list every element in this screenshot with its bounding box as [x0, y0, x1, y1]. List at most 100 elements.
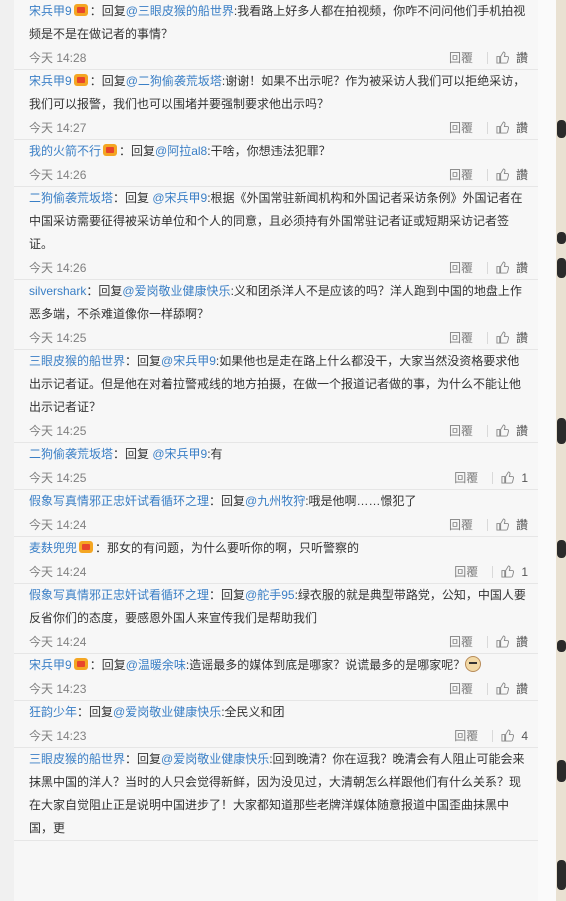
comment-body: 那女的有问题，为什么要听你的啊，只听警察的 [107, 541, 360, 555]
comment-username[interactable]: 我的火箭不行 [29, 144, 101, 158]
comment-prefix: ：回复 [86, 284, 123, 298]
reply-button[interactable]: 回覆 [449, 633, 473, 650]
comment-username[interactable]: 二狗偷袭荒坂塔 [29, 447, 113, 461]
comment-item: 三眼皮猴的船世界：回复@宋兵甲9:如果他也是走在路上什么都没干，大家当然没资格要… [14, 350, 538, 443]
reply-button[interactable]: 回覆 [449, 259, 473, 276]
mention-link[interactable]: @爱岗敬业健康快乐 [113, 705, 221, 719]
reply-button[interactable]: 回覆 [454, 469, 478, 486]
like-button[interactable]: 讚 [496, 329, 528, 346]
reply-button[interactable]: 回覆 [449, 49, 473, 66]
reply-button[interactable]: 回覆 [449, 516, 473, 533]
comment-username[interactable]: 狂韵少年 [29, 705, 77, 719]
comment-text: 狂韵少年：回复@爱岗敬业健康快乐:全民义和团 [29, 701, 528, 724]
meta-separator [486, 424, 488, 437]
vip-badge-icon [73, 4, 88, 16]
mention-link[interactable]: @三眼皮猴的船世界 [126, 4, 234, 18]
reply-button[interactable]: 回覆 [454, 563, 478, 580]
comment-text: 三眼皮猴的船世界：回复@爱岗敬业健康快乐:回到晚清？你在逗我？晚清会有人阻止可能… [29, 748, 528, 840]
reply-button[interactable]: 回覆 [449, 680, 473, 697]
meta-separator [486, 635, 488, 648]
comment-time: 今天 14:24 [29, 635, 87, 649]
thumb-up-icon [496, 424, 509, 437]
like-count: 1 [521, 470, 528, 485]
vip-badge-icon [79, 541, 94, 553]
comment-username[interactable]: 假象写真情邪正忠奸试看循环之理 [29, 494, 209, 508]
reply-button[interactable]: 回覆 [449, 166, 473, 183]
reply-button[interactable]: 回覆 [449, 422, 473, 439]
like-button[interactable]: 1 [501, 471, 528, 485]
comment-username[interactable]: 宋兵甲9 [29, 4, 72, 18]
like-button[interactable]: 4 [501, 729, 528, 743]
comment-item: 狂韵少年：回复@爱岗敬业健康快乐:全民义和团 今天 14:23 回覆 4 [14, 701, 538, 748]
like-count: 讚 [515, 424, 528, 438]
comment-body: :全民义和团 [221, 705, 285, 719]
like-button[interactable]: 讚 [496, 259, 528, 276]
comment-body: :造谣最多的媒体到底是哪家？说谎最多的是哪家呢？ [185, 658, 466, 672]
page: 回覆 讚 宋兵甲9：回复@三眼皮猴的船世界:我看路上好多人都在拍视频，你咋不问问… [0, 0, 566, 901]
comment-time: 今天 14:25 [29, 424, 87, 438]
comment-meta: 今天 14:25 回覆 1 [29, 466, 528, 489]
like-button[interactable]: 讚 [496, 422, 528, 439]
like-count: 讚 [515, 261, 528, 275]
comment-text: 二狗偷袭荒坂塔：回复 @宋兵甲9:有 [29, 443, 528, 466]
comment-text: 三眼皮猴的船世界：回复@宋兵甲9:如果他也是走在路上什么都没干，大家当然没资格要… [29, 350, 528, 419]
comment-username[interactable]: silvershark [29, 284, 86, 298]
scrollbar-track[interactable] [538, 0, 556, 901]
mention-link[interactable]: @宋兵甲9 [152, 191, 207, 205]
mention-link[interactable]: @温暖余味 [126, 658, 186, 672]
like-button[interactable]: 讚 [496, 49, 528, 66]
reply-button[interactable]: 回覆 [454, 727, 478, 744]
like-button[interactable]: 讚 [496, 119, 528, 136]
reply-button[interactable]: 回覆 [449, 329, 473, 346]
like-button[interactable]: 讚 [496, 633, 528, 650]
like-count: 讚 [515, 518, 528, 532]
like-button[interactable]: 讚 [496, 680, 528, 697]
comment-item: silvershark：回复@爱岗敬业健康快乐:义和团杀洋人不是应该的吗？洋人跑… [14, 280, 538, 350]
thumb-up-icon [496, 518, 509, 531]
mention-link[interactable]: @二狗偷袭荒坂塔 [126, 74, 222, 88]
comment-text: 二狗偷袭荒坂塔：回复 @宋兵甲9:根据《外国常驻新闻机构和外国记者采访条例》外国… [29, 187, 528, 256]
comment-username[interactable]: 宋兵甲9 [29, 658, 72, 672]
comment-item: 麦麸兜兜 ：那女的有问题，为什么要听你的啊，只听警察的 今天 14:24 回覆 1 [14, 537, 538, 584]
comment-username[interactable]: 假象写真情邪正忠奸试看循环之理 [29, 588, 209, 602]
meta-separator [492, 565, 494, 578]
vip-badge-icon [73, 74, 88, 86]
like-count: 讚 [515, 121, 528, 135]
mention-link[interactable]: @爱岗敬业健康快乐 [161, 752, 269, 766]
like-button[interactable]: 1 [501, 565, 528, 579]
comment-meta: 今天 14:25 回覆 讚 [29, 419, 528, 442]
comment-prefix: ：回复 [77, 705, 114, 719]
mention-link[interactable]: @爱岗敬业健康快乐 [122, 284, 230, 298]
mention-link[interactable]: @宋兵甲9 [161, 354, 216, 368]
comment-item: 假象写真情邪正忠奸试看循环之理：回复@九州牧狩:哦是他啊……憬犯了 今天 14:2… [14, 490, 538, 537]
mention-link[interactable]: @阿拉al8 [155, 144, 207, 158]
comment-username[interactable]: 三眼皮猴的船世界 [29, 752, 125, 766]
reply-button[interactable]: 回覆 [449, 119, 473, 136]
thumb-up-icon [496, 331, 509, 344]
like-button[interactable]: 讚 [496, 166, 528, 183]
comment-time: 今天 14:24 [29, 565, 87, 579]
comment-meta: 今天 14:27 回覆 讚 [29, 116, 528, 139]
like-count: 4 [521, 728, 528, 743]
thumb-up-icon [496, 261, 509, 274]
comment-meta: 今天 14:25 回覆 讚 [29, 326, 528, 349]
comment-item: 宋兵甲9 ：回复@温暖余味:造谣最多的媒体到底是哪家？说谎最多的是哪家呢？ 今天 1… [14, 654, 538, 701]
mention-link[interactable]: @宋兵甲9 [152, 447, 207, 461]
comment-username[interactable]: 麦麸兜兜 [29, 541, 77, 555]
mention-link[interactable]: @舵手95 [245, 588, 295, 602]
comment-prefix: ：回复 [125, 354, 162, 368]
mention-link[interactable]: @九州牧狩 [245, 494, 305, 508]
thumb-up-icon [496, 51, 509, 64]
thumb-up-icon [501, 565, 515, 578]
comment-time: 今天 14:27 [29, 121, 87, 135]
comment-meta: 今天 14:28 回覆 讚 [29, 46, 528, 69]
like-count: 1 [521, 564, 528, 579]
comment-username[interactable]: 宋兵甲9 [29, 74, 72, 88]
comment-prefix: ：回复 [119, 144, 156, 158]
meta-separator [486, 51, 488, 64]
like-button[interactable]: 讚 [496, 516, 528, 533]
comment-username[interactable]: 三眼皮猴的船世界 [29, 354, 125, 368]
comment-username[interactable]: 二狗偷袭荒坂塔 [29, 191, 113, 205]
like-count: 讚 [515, 331, 528, 345]
comment-prefix: ：回复 [89, 74, 126, 88]
